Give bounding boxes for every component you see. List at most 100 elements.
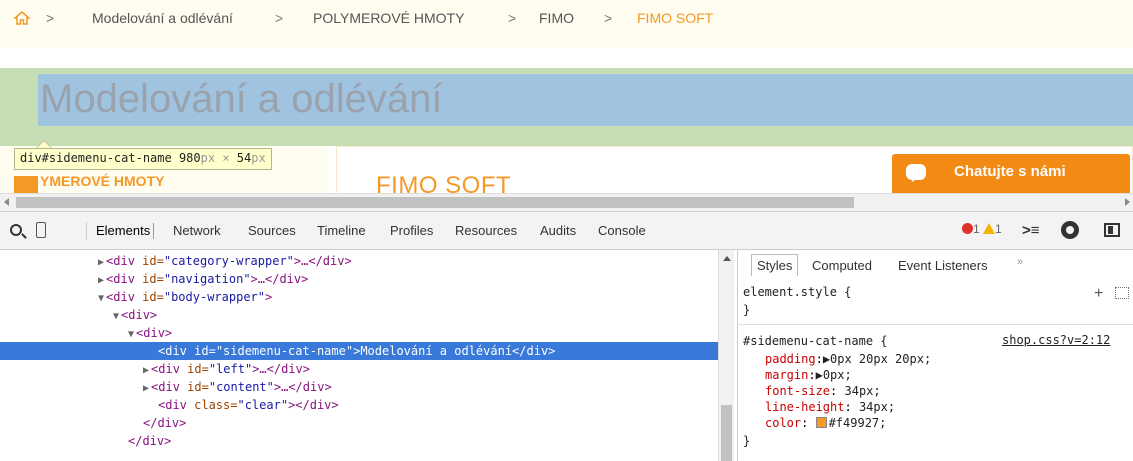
more-tabs-icon[interactable]: »: [1017, 256, 1023, 268]
page-horizontal-scrollbar[interactable]: [0, 193, 1133, 211]
rule-source-link[interactable]: shop.css?v=2:12: [1002, 333, 1110, 347]
css-property-color[interactable]: color: #f49927;: [765, 415, 886, 431]
dom-node-div[interactable]: ▼ <div>: [113, 306, 157, 324]
attr-name: class=: [194, 398, 238, 412]
elements-tree: ▶ <div id="category-wrapper">…</div> ▶ <di…: [0, 250, 734, 461]
collapse-arrow-icon[interactable]: ▼: [113, 311, 119, 322]
dom-node-div[interactable]: ▼ <div>: [128, 324, 172, 342]
dom-node-category-wrapper[interactable]: ▶ <div id="category-wrapper">…</div>: [98, 252, 352, 270]
attr-name: id=: [187, 380, 209, 394]
content-title: FIMO SOFT: [376, 172, 512, 193]
tooltip-height: 54: [236, 151, 252, 165]
tab-styles[interactable]: Styles: [751, 254, 799, 276]
property-value: 34px;: [837, 384, 881, 398]
tab-event-listeners[interactable]: Event Listeners: [898, 258, 988, 273]
dom-node-sidemenu-cat-name[interactable]: <div id="sidemenu-cat-name">Modelování a…: [0, 342, 718, 360]
elements-vertical-scrollbar[interactable]: [718, 250, 734, 461]
scrollbar-thumb[interactable]: [721, 405, 732, 461]
dom-node-body-wrapper[interactable]: ▼ <div id="body-wrapper">: [98, 288, 272, 306]
attr-value: "sidemenu-cat-name": [215, 344, 354, 358]
devtools: Elements Network Sources Timeline Profil…: [0, 211, 1133, 461]
page-viewport: > Modelování a odlévání > POLYMEROVÉ HMO…: [0, 0, 1133, 193]
tag-open: <div: [106, 254, 143, 268]
breadcrumb-item-polymerove-hmoty[interactable]: POLYMEROVÉ HMOTY: [313, 10, 464, 26]
collapse-arrow-icon[interactable]: ▼: [98, 293, 104, 304]
scroll-up-arrow-icon[interactable]: [723, 256, 731, 261]
scroll-right-arrow-icon[interactable]: [1125, 198, 1130, 206]
property-value: ▶0px;: [815, 368, 852, 382]
dom-node-content[interactable]: ▶ <div id="content">…</div>: [143, 378, 332, 396]
tooltip-arrow: [36, 140, 52, 148]
dock-side-icon[interactable]: [1104, 223, 1120, 237]
warning-count: 1: [995, 222, 1002, 236]
expand-arrow-icon[interactable]: ▶: [98, 257, 104, 268]
tag-open: <div>: [136, 326, 173, 340]
breadcrumb-item-fimo[interactable]: FIMO: [539, 10, 574, 26]
element-state-icon[interactable]: [1115, 287, 1129, 299]
toolbar-divider: [86, 222, 87, 240]
attr-name: id=: [142, 290, 164, 304]
tab-timeline[interactable]: Timeline: [317, 223, 366, 238]
error-warning-counter[interactable]: 1 1: [962, 222, 1002, 236]
breadcrumb-separator: >: [604, 10, 613, 26]
attr-value: "category-wrapper": [163, 254, 294, 268]
tab-console[interactable]: Console: [598, 223, 646, 238]
home-icon[interactable]: [14, 10, 30, 26]
tab-sources[interactable]: Sources: [248, 223, 296, 238]
tag-close: </div>: [512, 344, 556, 358]
category-title: Modelování a odlévání: [40, 77, 443, 121]
tab-elements[interactable]: Elements: [96, 223, 155, 239]
element-style-selector: element.style {: [743, 285, 852, 299]
property-value: 34px;: [851, 400, 896, 414]
chat-bubble-icon: [906, 164, 926, 182]
rule-divider: [738, 324, 1133, 325]
property-value: ▶0px 20px 20px;: [822, 352, 932, 366]
attr-value: "content": [208, 380, 274, 394]
css-property-line-height[interactable]: line-height: 34px;: [765, 399, 895, 415]
show-console-icon[interactable]: >≡: [1022, 222, 1040, 239]
warning-icon: [983, 223, 996, 234]
dom-node-close[interactable]: </div>: [128, 432, 171, 450]
css-property-margin[interactable]: margin:▶0px;: [765, 367, 852, 383]
tab-network[interactable]: Network: [173, 223, 221, 238]
property-name: line-height: [765, 400, 845, 414]
expand-arrow-icon[interactable]: ▶: [98, 275, 104, 286]
tab-resources[interactable]: Resources: [455, 223, 517, 238]
expand-arrow-icon[interactable]: ▶: [143, 365, 149, 376]
tag-open: <div: [106, 290, 143, 304]
property-name: color: [765, 416, 802, 430]
add-rule-icon[interactable]: +: [1094, 285, 1103, 303]
color-swatch-icon[interactable]: [815, 417, 827, 428]
node-text: Modelování a odlévání: [360, 344, 513, 358]
expand-arrow-icon[interactable]: ▶: [143, 383, 149, 394]
inspect-tooltip: div#sidemenu-cat-name 980px × 54px: [14, 148, 272, 170]
attr-value: "navigation": [163, 272, 251, 286]
tab-computed[interactable]: Computed: [812, 258, 872, 273]
rule-selector: #sidemenu-cat-name {: [743, 334, 888, 348]
property-name: font-size: [765, 384, 831, 398]
chat-label: Chatujte s námi: [954, 163, 1066, 180]
dom-node-navigation[interactable]: ▶ <div id="navigation">…</div>: [98, 270, 308, 288]
inspect-search-icon[interactable]: [10, 224, 22, 236]
dom-node-left[interactable]: ▶ <div id="left">…</div>: [143, 360, 310, 378]
tab-audits[interactable]: Audits: [540, 223, 576, 238]
css-property-font-size[interactable]: font-size: 34px;: [765, 383, 881, 399]
tab-profiles[interactable]: Profiles: [390, 223, 433, 238]
close-brace: }: [743, 434, 751, 448]
breadcrumb-item-modelovani[interactable]: Modelování a odlévání: [92, 10, 233, 26]
settings-gear-icon[interactable]: [1061, 221, 1079, 239]
scrollbar-thumb[interactable]: [16, 197, 854, 208]
chat-button[interactable]: Chatujte s námi: [892, 154, 1130, 193]
css-property-padding[interactable]: padding:▶0px 20px 20px;: [765, 351, 931, 367]
dom-node-clear[interactable]: <div class="clear"></div>: [158, 396, 339, 414]
styles-pane: Styles Computed Event Listeners » elemen…: [737, 250, 1133, 461]
dom-node-close[interactable]: </div>: [143, 414, 186, 432]
property-name: padding: [765, 352, 816, 366]
scroll-left-arrow-icon[interactable]: [4, 198, 9, 206]
left-menu-item[interactable]: YMEROVÉ HMOTY: [40, 173, 164, 189]
device-mode-icon[interactable]: [36, 222, 46, 238]
property-name: margin: [765, 368, 809, 382]
styles-tabs: Styles Computed Event Listeners »: [738, 250, 1133, 280]
close-brace: }: [743, 303, 751, 317]
collapse-arrow-icon[interactable]: ▼: [128, 329, 134, 340]
